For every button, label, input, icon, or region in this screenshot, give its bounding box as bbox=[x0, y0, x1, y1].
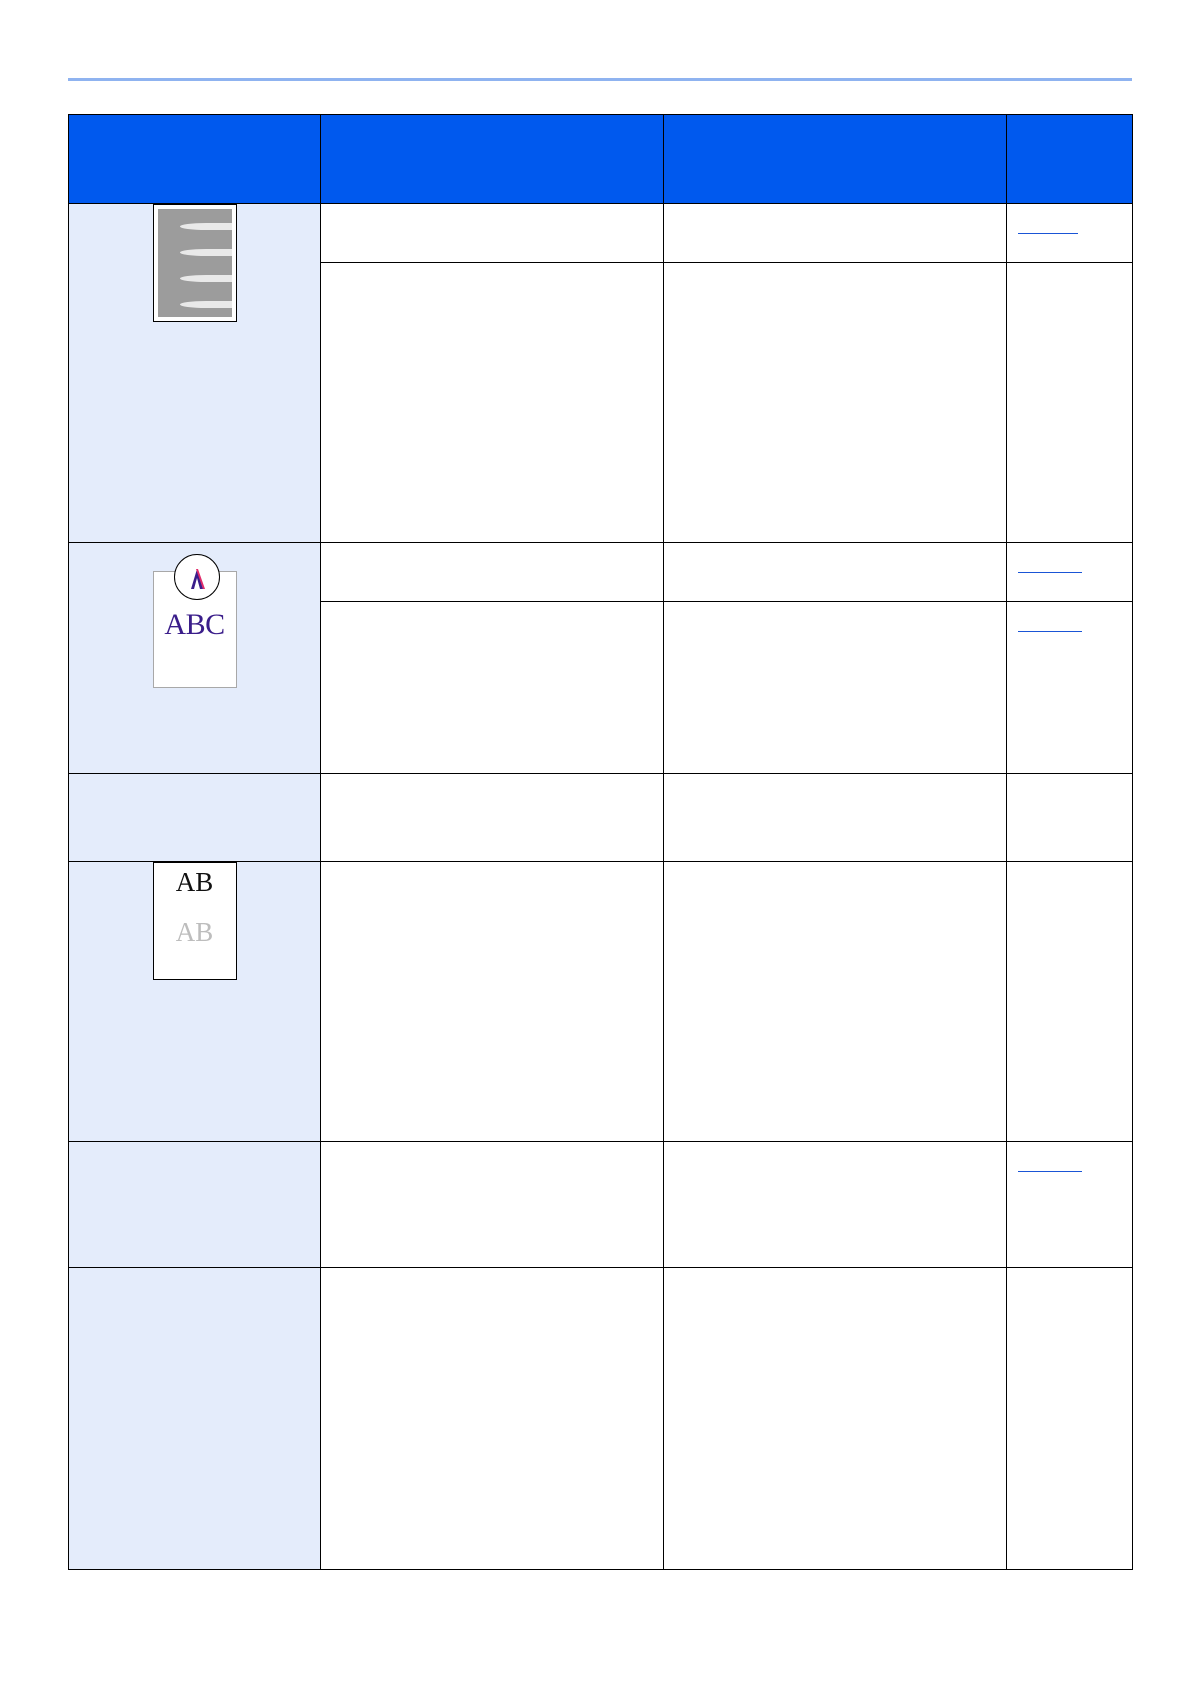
checkpoint-cell bbox=[320, 1141, 664, 1268]
caret-a-icon bbox=[190, 569, 205, 589]
abc-text: ABC bbox=[164, 608, 225, 641]
action-cell bbox=[663, 542, 1007, 602]
header-checkpoints bbox=[320, 114, 664, 204]
checkpoint-cell bbox=[320, 542, 664, 602]
symptom-cell bbox=[68, 1267, 321, 1570]
top-rule bbox=[68, 78, 1132, 81]
action-cell bbox=[663, 262, 1007, 543]
checkpoint-cell bbox=[320, 601, 664, 774]
header-corrective-actions bbox=[663, 114, 1007, 204]
magnifier-bubble bbox=[173, 554, 220, 600]
reference-cell bbox=[1006, 262, 1133, 543]
reference-cell bbox=[1006, 773, 1133, 862]
reference-page-link[interactable] bbox=[1018, 221, 1078, 234]
table-row: ABC bbox=[68, 542, 1133, 774]
ab-dark-text: AB bbox=[175, 867, 214, 897]
ghost-image-sample: AB AB bbox=[152, 862, 237, 980]
symptom-cell: AB AB bbox=[68, 861, 321, 1142]
table-row: AB AB bbox=[68, 861, 1133, 1142]
symptom-cell bbox=[68, 203, 321, 543]
smeared-page-sample bbox=[152, 204, 237, 322]
checkpoint-cell bbox=[320, 262, 664, 543]
table-row bbox=[68, 203, 1133, 543]
checkpoint-cell bbox=[320, 1267, 664, 1570]
troubleshooting-table: ABC AB AB bbox=[68, 114, 1133, 1570]
color-registration-sample: ABC bbox=[152, 554, 237, 688]
table-row bbox=[68, 1141, 1133, 1268]
action-cell bbox=[663, 203, 1007, 263]
reference-page-link[interactable] bbox=[1018, 1159, 1082, 1172]
symptom-cell bbox=[68, 1141, 321, 1268]
checkpoint-cell bbox=[320, 203, 664, 263]
header-reference-page bbox=[1006, 114, 1133, 204]
table-row bbox=[68, 1267, 1133, 1570]
reference-cell bbox=[1006, 861, 1133, 1142]
reference-cell bbox=[1006, 601, 1133, 774]
action-cell bbox=[663, 1267, 1007, 1570]
reference-page-link[interactable] bbox=[1018, 619, 1082, 632]
action-cell bbox=[663, 1141, 1007, 1268]
action-cell bbox=[663, 601, 1007, 774]
reference-cell bbox=[1006, 1141, 1133, 1268]
symptom-cell: ABC bbox=[68, 542, 321, 774]
reference-cell bbox=[1006, 542, 1133, 602]
table-header-row bbox=[68, 114, 1133, 204]
action-cell bbox=[663, 773, 1007, 862]
action-cell bbox=[663, 861, 1007, 1142]
checkpoint-cell bbox=[320, 861, 664, 1142]
header-symptom bbox=[68, 114, 321, 204]
checkpoint-cell bbox=[320, 773, 664, 862]
table-row bbox=[68, 773, 1133, 862]
symptom-cell bbox=[68, 773, 321, 862]
ab-light-text: AB bbox=[175, 917, 214, 947]
reference-cell bbox=[1006, 1267, 1133, 1570]
reference-cell bbox=[1006, 203, 1133, 263]
reference-page-link[interactable] bbox=[1018, 560, 1082, 573]
